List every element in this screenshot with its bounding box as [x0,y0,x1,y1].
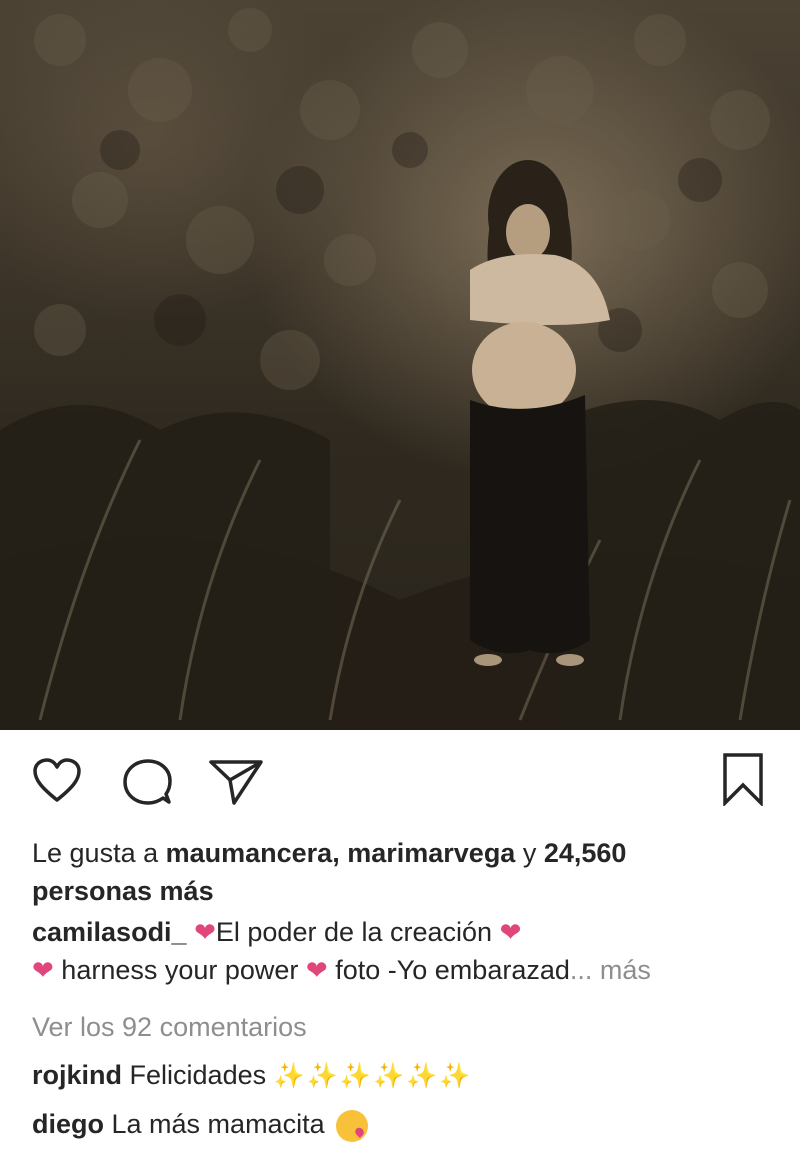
heart-emoji: ❤ [305,955,328,985]
likes-summary[interactable]: Le gusta a maumancera, marimarvega y 24,… [32,834,772,910]
likes-separator: , [332,838,348,868]
paper-plane-icon[interactable] [208,758,264,806]
caption-text: harness your power [53,955,306,985]
view-all-comments-link[interactable]: Ver los 92 comentarios [32,1008,772,1046]
caption-username[interactable]: camilasodi_ [32,917,187,947]
likes-count[interactable]: 24,560 [544,838,627,868]
comment-text: La más mamacita [111,1109,325,1139]
heart-outline-icon[interactable] [32,758,82,804]
heart-emoji: ❤ [32,955,54,985]
liker-link[interactable]: maumancera [166,838,333,868]
post-photo[interactable] [0,0,800,730]
post-actions-bar [0,730,800,830]
bookmark-icon[interactable] [722,752,764,806]
speech-bubble-icon[interactable] [122,758,172,806]
caption-more-link[interactable]: ... más [570,955,651,985]
face-blowing-kiss-icon [336,1109,369,1142]
heart-emoji: ❤ [499,917,522,947]
likes-prefix: Le gusta a [32,838,166,868]
heart-emoji: ❤ [194,917,216,947]
sparkles-emoji: ✨✨✨✨✨✨ [273,1062,473,1090]
post-photo-illustration [0,8,800,730]
caption-text: foto -Yo embarazad [327,955,570,985]
comment-item: rojkind Felicidades ✨✨✨✨✨✨ [32,1056,772,1095]
comment-item: diego La más mamacita [32,1105,772,1143]
likes-conjunction: y [515,838,544,868]
comment-username[interactable]: rojkind [32,1060,122,1090]
post-caption: camilasodi_ ❤El poder de la creación ❤ ❤… [32,913,772,989]
likes-suffix[interactable]: personas más [32,876,214,906]
comment-username[interactable]: diego [32,1109,104,1139]
comment-text: Felicidades [129,1060,267,1090]
caption-text: El poder de la creación [215,917,500,947]
liker-link[interactable]: marimarvega [347,838,515,868]
